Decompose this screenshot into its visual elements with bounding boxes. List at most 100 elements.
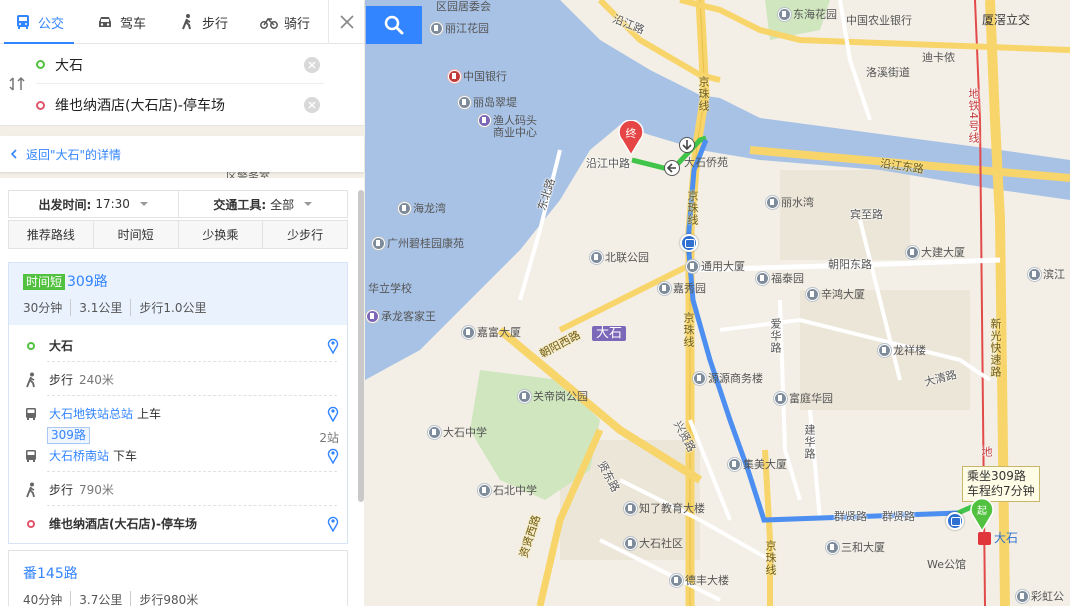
map-label: 厦滘立交 — [982, 13, 1031, 27]
results-scrollbar[interactable] — [358, 190, 364, 502]
start-pin-icon[interactable]: 起 — [970, 497, 994, 533]
route-duration: 30分钟 — [23, 301, 63, 315]
step-end-label: 维也纳酒店(大石店)-停车场 — [49, 517, 197, 531]
bus-icon — [23, 406, 39, 422]
board-stop-name[interactable]: 大石地铁站总站 — [49, 405, 133, 422]
tab-least-walking[interactable]: 少步行 — [262, 221, 347, 248]
bike-icon — [260, 13, 278, 31]
map-label[interactable]: 北联公园 — [590, 251, 649, 264]
search-button[interactable] — [366, 6, 422, 44]
tab-bus[interactable]: 公交 — [3, 0, 75, 44]
step-walk-label: 步行 — [49, 483, 74, 497]
tab-bike-label: 骑行 — [284, 16, 311, 32]
map-label[interactable]: 海龙湾 — [398, 202, 446, 215]
step-alight[interactable]: 大石桥南站 下车 — [9, 439, 347, 472]
metro-station-label[interactable]: 大石 — [978, 532, 1018, 545]
step-board[interactable]: 大石地铁站总站 上车 — [9, 397, 347, 430]
location-pin-icon[interactable] — [327, 406, 339, 422]
destination-field[interactable] — [36, 86, 324, 124]
tab-bike[interactable]: 骑行 — [260, 0, 310, 44]
tab-shortest-time[interactable]: 时间短 — [92, 221, 178, 248]
map-label[interactable]: 德丰大楼 — [670, 574, 729, 587]
location-pin-icon[interactable] — [327, 338, 339, 354]
origin-field[interactable] — [36, 46, 324, 84]
map-label[interactable]: 丽岛翠堤 — [458, 96, 517, 109]
tab-walk-label: 步行 — [202, 16, 229, 32]
tab-walk[interactable]: 步行 — [178, 0, 228, 44]
district-label[interactable]: 大石 — [592, 326, 627, 341]
map-label[interactable]: 通用大厦 — [686, 260, 745, 273]
route-tag: 时间短 — [23, 274, 66, 290]
map-label[interactable]: 三和大厦 — [826, 541, 885, 554]
route-card[interactable]: 时间短 309路 30分钟 3.1公里 步行1.0公里 大石 步行 240米 大… — [8, 262, 348, 544]
tab-drive[interactable]: 驾车 — [96, 0, 146, 44]
map-label[interactable]: 关帝岗公园 — [518, 390, 588, 403]
map-label[interactable]: 大石中学 — [428, 426, 487, 439]
step-divider — [47, 505, 337, 506]
depart-label: 出发时间: — [38, 197, 92, 212]
map-label[interactable]: 源源商务楼 — [693, 372, 763, 385]
map-label[interactable]: 大石社区 — [624, 537, 683, 550]
map-label[interactable]: 彩虹公 — [1016, 590, 1064, 603]
street-label: 京珠线 — [682, 312, 695, 348]
map-label[interactable]: 福泰园 — [756, 272, 804, 285]
route-card[interactable]: 番145路 40分钟 3.7公里 步行980米 — [8, 550, 348, 606]
map-label[interactable]: 辛鸿大厦 — [806, 288, 865, 301]
step-start[interactable]: 大石 — [9, 329, 347, 362]
back-to-detail-link[interactable]: 返回"大石"的详情 — [0, 136, 364, 172]
bus-stop-icon[interactable] — [946, 512, 964, 530]
map-label[interactable]: 大建大厦 — [906, 246, 965, 259]
map-label[interactable]: 嘉秀园 — [658, 282, 706, 295]
bus-stop-icon[interactable] — [680, 234, 698, 252]
close-button[interactable] — [328, 0, 364, 44]
location-pin-icon[interactable] — [327, 516, 339, 532]
end-dot — [27, 519, 35, 528]
map-label[interactable]: 富庭华园 — [774, 392, 833, 405]
street-label: 沿江中路 — [586, 157, 630, 170]
map-label[interactable]: 嘉富大厦 — [462, 326, 521, 339]
route-name: 番145路 — [23, 566, 78, 582]
step-walk[interactable]: 步行 240米 — [9, 363, 347, 396]
tooltip-line: 乘坐309路 — [967, 469, 1026, 483]
step-walk[interactable]: 步行 790米 — [9, 473, 347, 506]
street-label: 新光快速路 — [989, 318, 1002, 378]
map-label[interactable]: 承龙客家王 — [366, 310, 436, 323]
map-label[interactable]: 丽水湾 — [766, 196, 814, 209]
street-label: 宾至路 — [850, 208, 883, 221]
map-label[interactable]: 滨江 — [1028, 268, 1065, 281]
street-label: 京珠线 — [764, 540, 777, 576]
tooltip-line: 车程约7分钟 — [967, 484, 1035, 498]
depart-time-filter[interactable]: 出发时间: 17:30 — [9, 191, 178, 217]
map-label[interactable]: 知了教育大楼 — [624, 502, 705, 515]
car-icon — [96, 13, 114, 31]
swap-icon[interactable] — [9, 76, 25, 92]
map-label[interactable]: 龙祥楼 — [878, 344, 926, 357]
vehicle-filter[interactable]: 交通工具: 全部 — [177, 191, 348, 217]
tab-bus-label: 公交 — [38, 16, 65, 32]
map-label[interactable]: 中国银行 — [448, 70, 507, 83]
map-label[interactable]: 东海花园 — [778, 8, 837, 21]
tab-recommended[interactable]: 推荐路线 — [9, 221, 93, 248]
tab-fewest-transfers[interactable]: 少换乘 — [177, 221, 263, 248]
board-action: 上车 — [137, 407, 162, 421]
map-label: 中国农业银行 — [846, 14, 912, 27]
end-pin-label: 终 — [626, 126, 637, 140]
map-label: 迪卡侬 — [922, 51, 955, 64]
caret-down-icon — [139, 202, 148, 206]
route-card-header[interactable]: 时间短 309路 30分钟 3.1公里 步行1.0公里 — [9, 263, 347, 325]
map-label: 商业中心 — [493, 126, 537, 139]
end-pin-icon[interactable]: 终 — [618, 119, 644, 157]
clear-origin-button[interactable] — [304, 57, 320, 73]
map-label[interactable]: 丽江花园 — [430, 22, 489, 35]
map-label[interactable]: 广州碧桂园康苑 — [372, 237, 464, 250]
caret-down-icon — [304, 202, 313, 206]
map-label[interactable]: 集美大厦 — [728, 458, 787, 471]
clear-destination-button[interactable] — [304, 97, 320, 113]
map-label[interactable]: 石北中学 — [478, 484, 537, 497]
location-pin-icon[interactable] — [327, 448, 339, 464]
origin-input[interactable] — [55, 56, 285, 73]
back-link-label: 返回"大石"的详情 — [26, 147, 122, 162]
destination-input[interactable] — [55, 97, 285, 113]
step-end[interactable]: 维也纳酒店(大石店)-停车场 — [9, 507, 347, 540]
alight-stop-name[interactable]: 大石桥南站 — [49, 447, 109, 464]
